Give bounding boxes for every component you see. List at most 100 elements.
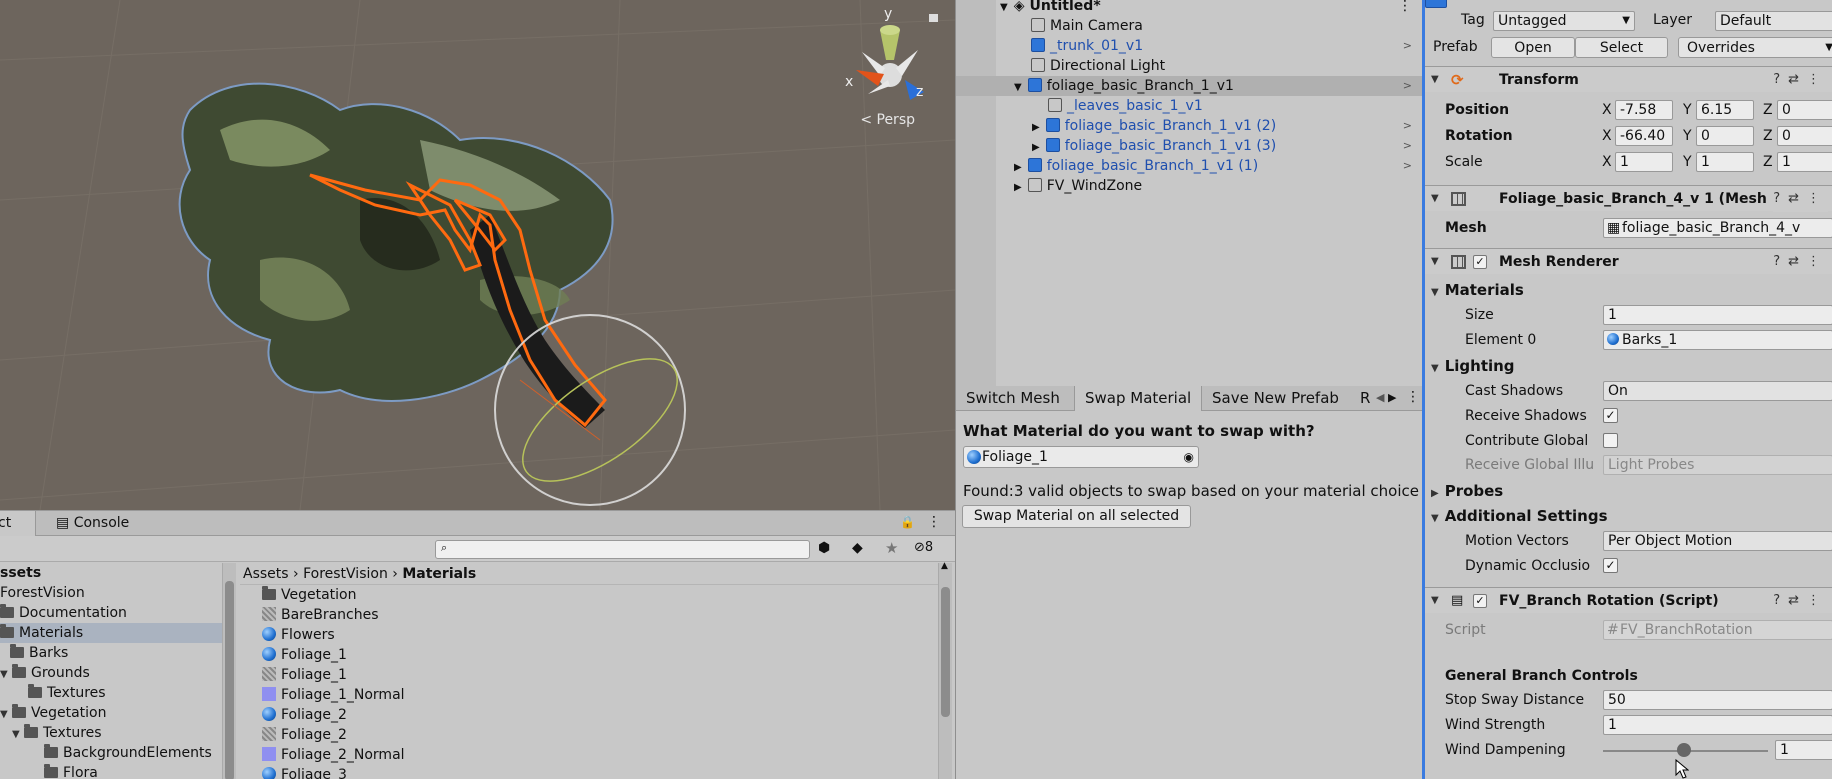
layer-dropdown[interactable]: Default <box>1715 11 1832 31</box>
cast-shadows-dropdown[interactable]: On <box>1603 381 1832 401</box>
tag-dropdown[interactable]: Untagged ▼ <box>1493 11 1635 31</box>
object-picker-icon[interactable]: ◉ <box>1184 447 1194 467</box>
prefab-overrides-dropdown[interactable]: Overrides ▼ <box>1678 37 1832 58</box>
files-scrollbar[interactable]: ▲ <box>938 561 952 779</box>
wind-strength-field[interactable]: 1 <box>1603 715 1832 735</box>
chevron-right-icon[interactable]: > <box>1403 76 1412 96</box>
mesh-renderer-header[interactable]: ▼ ✓ Mesh Renderer ?⇄⋮ <box>1425 248 1832 274</box>
hierarchy-item[interactable]: ▶ foliage_basic_Branch_1_v1 (3) > <box>956 136 1422 156</box>
expand-arrow-icon[interactable]: ▶ <box>1032 122 1040 133</box>
filter-by-label-icon[interactable]: ◆ <box>852 540 863 556</box>
rotation-z-field[interactable]: 0 <box>1777 126 1832 146</box>
tab-save-new-prefab[interactable]: Save New Prefab <box>1202 386 1349 411</box>
tree-item[interactable]: BackgroundElements <box>0 743 227 763</box>
collapse-arrow-icon[interactable]: ▼ <box>1431 67 1439 93</box>
foliage-object[interactable] <box>178 82 614 428</box>
position-y-field[interactable]: 6.15 <box>1696 100 1754 120</box>
component-header-icons[interactable]: ?⇄⋮ <box>1773 186 1828 212</box>
file-item[interactable]: Foliage_2 <box>240 725 939 745</box>
hidden-packages-toggle[interactable]: ⊘8 <box>914 540 933 555</box>
position-x-field[interactable]: -7.58 <box>1615 100 1673 120</box>
lock-icon[interactable] <box>929 14 938 22</box>
hierarchy-item[interactable]: ▶ FV_WindZone <box>956 176 1422 196</box>
tree-scrollbar[interactable] <box>222 563 236 779</box>
rotation-y-field[interactable]: 0 <box>1696 126 1754 146</box>
tab-console[interactable]: ▤ Console <box>46 511 139 536</box>
tab-scroll-left-icon[interactable]: ◀ <box>1376 391 1384 404</box>
scene-root[interactable]: ▼ ◈ Untitled* ⋮ <box>956 0 1422 16</box>
scene-canvas[interactable]: y x z <box>0 0 955 510</box>
mesh-filter-header[interactable]: ▼ Foliage_basic_Branch_4_v 1 (Mesh ?⇄⋮ <box>1425 185 1832 212</box>
file-item[interactable]: Foliage_1 <box>240 645 939 665</box>
tree-scrollbar-thumb[interactable] <box>225 581 234 779</box>
file-item[interactable]: Foliage_1 <box>240 665 939 685</box>
breadcrumb-assets[interactable]: Assets <box>243 566 289 582</box>
tab-project[interactable]: ct <box>0 511 36 536</box>
materials-foldout[interactable]: ▼ Materials <box>1431 281 1524 299</box>
tree-item[interactable]: ssets <box>0 563 227 583</box>
tab-swap-material[interactable]: Swap Material <box>1074 386 1203 411</box>
lock-icon[interactable]: 🔒 <box>900 515 915 529</box>
mesh-object-field[interactable]: ▦ foliage_basic_Branch_4_v <box>1603 218 1832 238</box>
tree-item[interactable]: Barks <box>0 643 227 663</box>
expand-arrow-icon[interactable]: ▼ <box>0 665 12 685</box>
wind-dampening-slider-thumb[interactable] <box>1677 743 1691 757</box>
hierarchy-item[interactable]: Directional Light <box>956 56 1422 76</box>
filter-by-type-icon[interactable]: ⬢ <box>818 540 830 556</box>
tab-switch-mesh[interactable]: Switch Mesh <box>956 386 1070 411</box>
breadcrumb-forestvision[interactable]: ForestVision <box>303 566 388 582</box>
component-header-icons[interactable]: ?⇄⋮ <box>1773 67 1828 93</box>
scroll-up-arrow-icon[interactable]: ▲ <box>941 561 948 571</box>
files-scrollbar-thumb[interactable] <box>941 587 950 717</box>
motion-vectors-dropdown[interactable]: Per Object Motion <box>1603 531 1832 551</box>
collapse-arrow-icon[interactable]: ▼ <box>1431 249 1439 275</box>
rotation-x-field[interactable]: -66.40 <box>1615 126 1673 146</box>
hierarchy-item[interactable]: Main Camera <box>956 16 1422 36</box>
enabled-checkbox[interactable]: ✓ <box>1473 594 1487 608</box>
tab-scroll-right-icon[interactable]: ▶ <box>1388 391 1396 404</box>
file-item[interactable]: Foliage_2_Normal <box>240 745 939 765</box>
expand-arrow-icon[interactable]: ▼ <box>1014 82 1022 93</box>
file-item[interactable]: Foliage_3 <box>240 765 939 779</box>
tree-item[interactable]: Flora <box>0 763 227 779</box>
tree-item[interactable]: ▼ Grounds <box>0 663 227 683</box>
tree-item[interactable]: Documentation <box>0 603 227 623</box>
hierarchy-item[interactable]: ▶ foliage_basic_Branch_1_v1 (2) > <box>956 116 1422 136</box>
tree-item-selected[interactable]: Materials <box>0 623 227 643</box>
collapse-arrow-icon[interactable]: ▼ <box>1431 588 1439 614</box>
expand-arrow-icon[interactable]: ▼ <box>1000 2 1008 13</box>
more-menu-icon[interactable]: ⋮ <box>927 514 941 530</box>
scale-x-field[interactable]: 1 <box>1615 152 1673 172</box>
expand-arrow-icon[interactable]: ▶ <box>1032 142 1040 153</box>
hierarchy-item[interactable]: ▶ foliage_basic_Branch_1_v1 (1) > <box>956 156 1422 176</box>
expand-arrow-icon[interactable]: ▶ <box>1014 182 1022 193</box>
prefab-open-button[interactable]: Open <box>1491 37 1575 58</box>
file-item[interactable]: Vegetation <box>240 585 939 605</box>
scale-z-field[interactable]: 1 <box>1777 152 1832 172</box>
stop-sway-field[interactable]: 50 <box>1603 690 1832 710</box>
position-z-field[interactable]: 0 <box>1777 100 1832 120</box>
expand-arrow-icon[interactable]: ▼ <box>12 725 24 745</box>
probes-foldout[interactable]: ▶ Probes <box>1431 482 1503 500</box>
scene-menu-icon[interactable]: ⋮ <box>1398 0 1412 16</box>
hierarchy-item-selected[interactable]: ▼ foliage_basic_Branch_1_v1 > <box>956 76 1422 96</box>
component-header-icons[interactable]: ?⇄⋮ <box>1773 249 1828 275</box>
hierarchy-item[interactable]: _leaves_basic_1_v1 <box>956 96 1422 116</box>
element0-object-field[interactable]: Barks_1 <box>1603 330 1832 350</box>
enabled-checkbox[interactable]: ✓ <box>1473 255 1487 269</box>
lighting-foldout[interactable]: ▼ Lighting <box>1431 357 1515 375</box>
expand-arrow-icon[interactable]: ▶ <box>1014 162 1022 173</box>
chevron-right-icon[interactable]: > <box>1403 36 1412 56</box>
transform-header[interactable]: ▼ ⟳ Transform ?⇄⋮ <box>1425 66 1832 92</box>
orientation-gizmo[interactable] <box>856 25 924 100</box>
hierarchy-item[interactable]: _trunk_01_v1 > <box>956 36 1422 56</box>
chevron-right-icon[interactable]: > <box>1403 116 1412 136</box>
favorite-star-icon[interactable]: ★ <box>885 539 898 557</box>
dynamic-occlusion-checkbox[interactable]: ✓ <box>1603 558 1618 573</box>
file-item[interactable]: Foliage_2 <box>240 705 939 725</box>
collapse-arrow-icon[interactable]: ▼ <box>1431 186 1439 212</box>
component-header-icons[interactable]: ?⇄⋮ <box>1773 588 1828 614</box>
tree-item[interactable]: ▼ Textures <box>0 723 227 743</box>
file-item[interactable]: Foliage_1_Normal <box>240 685 939 705</box>
branch-rotation-header[interactable]: ▼ ▤ ✓ FV_Branch Rotation (Script) ?⇄⋮ <box>1425 587 1832 613</box>
